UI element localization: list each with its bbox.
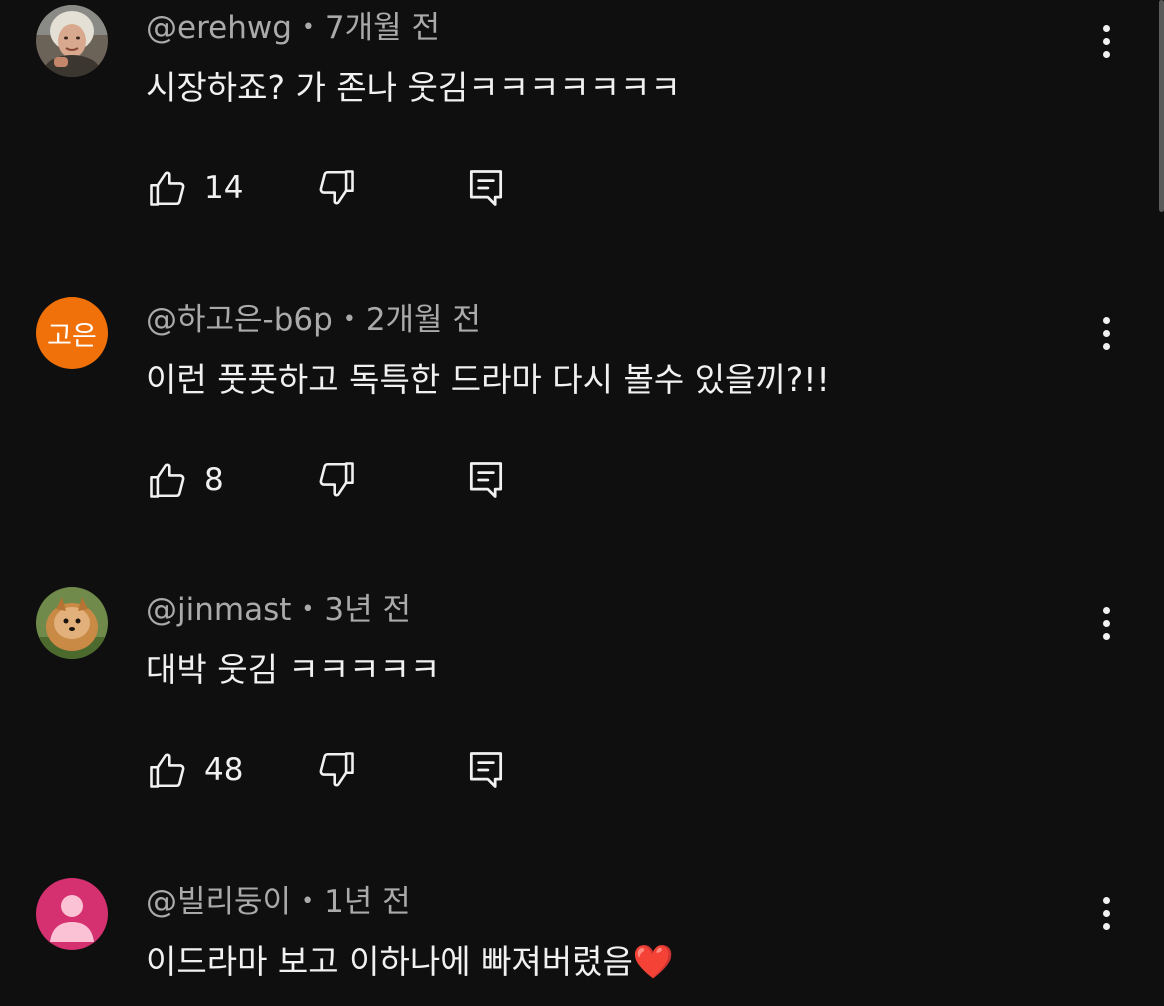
avatar[interactable]: 고은 — [36, 297, 108, 369]
comment-time[interactable]: 3년 전 — [324, 592, 411, 628]
reply-button[interactable] — [464, 746, 508, 794]
thumbs-down-icon — [319, 170, 354, 205]
comment-actions: 8 — [146, 456, 546, 504]
comment-text: 이런 풋풋하고 독특한 드라마 다시 볼수 있을끼?!! — [146, 360, 830, 399]
thumbs-down-icon — [319, 462, 354, 497]
thumbs-down-icon — [319, 752, 354, 787]
like-button[interactable]: 14 — [146, 164, 243, 212]
photo-woman-icon — [36, 5, 108, 77]
thumbs-up-icon — [150, 753, 185, 788]
separator-dot: • — [301, 889, 315, 914]
comment-actions: 14 — [146, 164, 546, 212]
author-name[interactable]: @하고은-b6p — [146, 302, 333, 338]
more-options-button[interactable] — [1096, 894, 1118, 934]
comment-actions: 48 — [146, 746, 546, 794]
thumbs-up-icon — [150, 171, 185, 206]
comment-time[interactable]: 2개월 전 — [366, 302, 481, 338]
avatar[interactable] — [36, 878, 108, 950]
like-count: 8 — [204, 462, 224, 498]
dislike-button[interactable] — [314, 164, 358, 212]
like-button[interactable]: 48 — [146, 746, 243, 794]
dislike-button[interactable] — [314, 456, 358, 504]
like-count: 14 — [204, 170, 244, 206]
reply-button[interactable] — [464, 164, 508, 212]
like-button[interactable]: 8 — [146, 456, 224, 504]
like-count: 48 — [204, 752, 244, 788]
more-options-button[interactable] — [1096, 604, 1118, 644]
separator-dot: • — [301, 597, 315, 622]
avatar[interactable] — [36, 587, 108, 659]
comment-meta: @하고은-b6p • 2개월 전 — [146, 300, 481, 340]
comment-meta: @jinmast • 3년 전 — [146, 590, 411, 630]
author-name[interactable]: @jinmast — [146, 592, 291, 628]
author-name[interactable]: @빌리둥이 — [146, 884, 291, 920]
comment-text-body: 이드라마 보고 이하나에 빠져버렸음 — [146, 942, 633, 981]
author-name[interactable]: @erehwg — [146, 10, 292, 46]
dislike-button[interactable] — [314, 746, 358, 794]
separator-dot: • — [301, 15, 315, 40]
photo-pomeranian-icon — [36, 587, 108, 659]
reply-button[interactable] — [464, 456, 508, 504]
scrollbar[interactable] — [1159, 0, 1164, 212]
avatar[interactable] — [36, 5, 108, 77]
comment-text: 대박 웃김 ㅋㅋㅋㅋㅋ — [146, 650, 441, 689]
more-options-button[interactable] — [1096, 314, 1118, 354]
separator-dot: • — [342, 307, 356, 332]
reply-comment-icon — [469, 752, 503, 788]
comment-meta: @빌리둥이 • 1년 전 — [146, 882, 411, 922]
reply-comment-icon — [469, 462, 503, 498]
avatar-initials: 고은 — [36, 297, 108, 369]
default-person-icon — [36, 878, 108, 950]
thumbs-up-icon — [150, 463, 185, 498]
comment-time[interactable]: 7개월 전 — [325, 10, 440, 46]
comment-text: 이드라마 보고 이하나에 빠져버렸음❤️ — [146, 940, 674, 984]
comment-time[interactable]: 1년 전 — [324, 884, 411, 920]
comment-text: 시장하죠? 가 존나 웃김ㅋㅋㅋㅋㅋㅋㅋ — [146, 68, 681, 107]
more-options-button[interactable] — [1096, 22, 1118, 62]
reply-comment-icon — [469, 170, 503, 206]
heart-emoji: ❤️ — [632, 942, 674, 981]
comment-meta: @erehwg • 7개월 전 — [146, 8, 440, 48]
